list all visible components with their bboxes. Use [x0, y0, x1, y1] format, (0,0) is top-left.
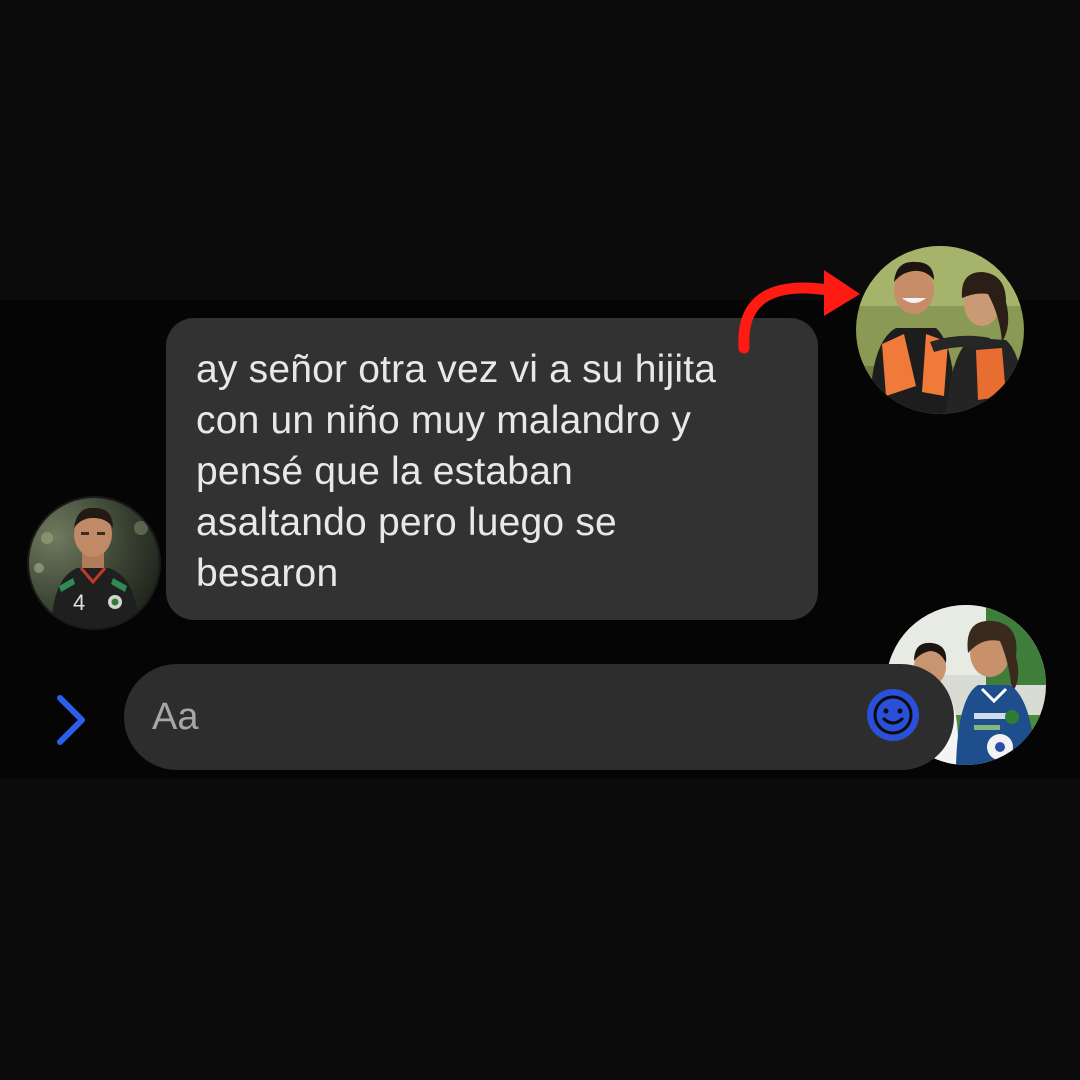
group-avatar-top[interactable]: [856, 246, 1024, 414]
jersey-number: 4: [73, 590, 85, 615]
group-avatar-top-image: [856, 246, 1024, 414]
sender-avatar-image: 4: [29, 498, 159, 628]
curved-arrow-icon: [720, 256, 870, 366]
chevron-right-icon[interactable]: [48, 690, 94, 750]
emoji-icon[interactable]: [862, 684, 924, 746]
sender-avatar[interactable]: 4: [27, 496, 161, 630]
message-input[interactable]: Aa: [124, 664, 954, 770]
message-text: ay señor otra vez vi a su hijita con un …: [196, 348, 717, 595]
meme-canvas: ay señor otra vez vi a su hijita con un …: [0, 0, 1080, 1080]
message-input-placeholder: Aa: [152, 696, 199, 738]
